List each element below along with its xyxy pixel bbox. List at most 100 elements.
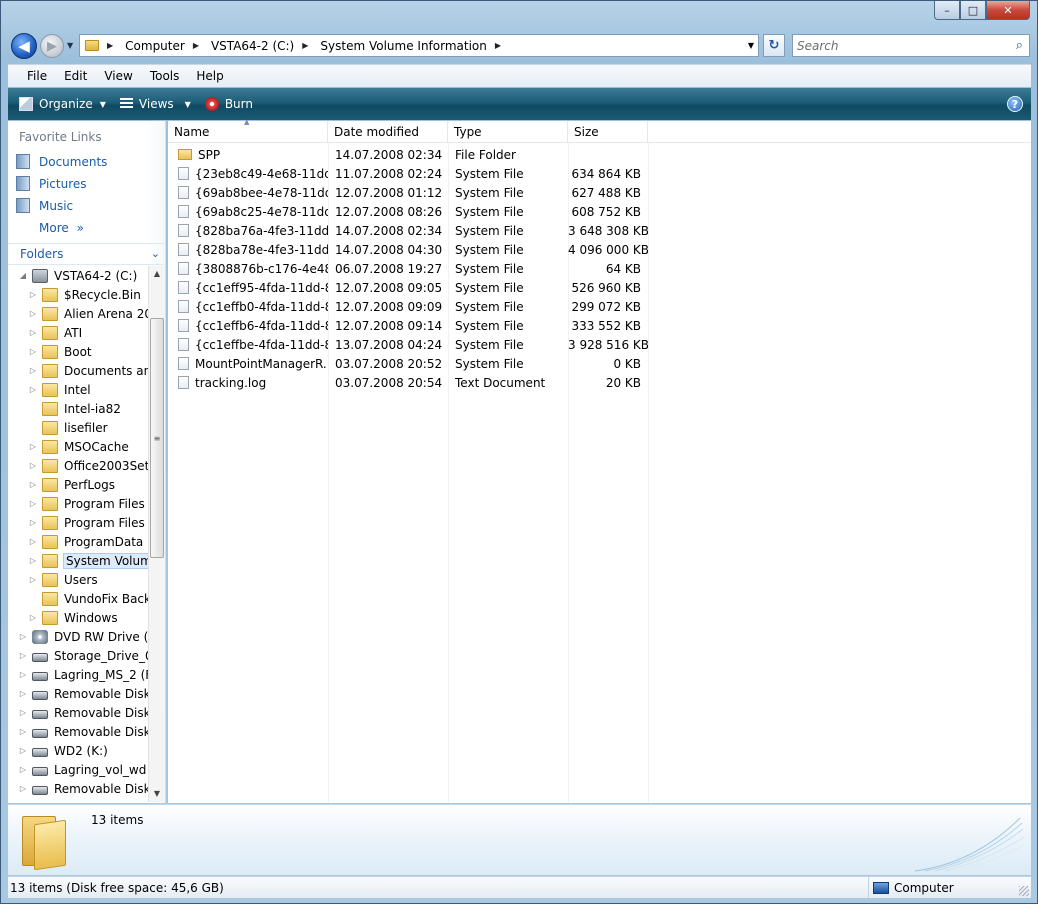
menu-file[interactable]: File bbox=[27, 69, 47, 83]
column-header-date[interactable]: Date modified bbox=[328, 121, 448, 143]
tree-node[interactable]: ▷ WD2 (K:) bbox=[18, 741, 108, 760]
table-row[interactable]: {3808876b-c176-4e48-... 06.07.2008 19:27 S… bbox=[168, 259, 648, 278]
minimize-button[interactable]: – bbox=[934, 1, 960, 20]
scroll-thumb[interactable]: ≡ bbox=[150, 318, 164, 558]
recent-pages-dropdown[interactable]: ▼ bbox=[67, 41, 73, 50]
table-row[interactable]: {cc1eff95-4fda-11dd-8... 12.07.2008 09:05… bbox=[168, 278, 648, 297]
tree-node[interactable]: ▷ DVD RW Drive (D:) bbox=[18, 627, 148, 646]
expand-arrow-icon[interactable]: ▷ bbox=[28, 328, 38, 337]
search-icon[interactable]: ⌕ bbox=[1016, 38, 1023, 53]
collapse-arrow-icon[interactable]: ◢ bbox=[18, 271, 28, 280]
expand-arrow-icon[interactable]: ▷ bbox=[28, 537, 38, 546]
expand-arrow-icon[interactable]: ▷ bbox=[18, 746, 28, 755]
expand-arrow-icon[interactable]: ▷ bbox=[28, 290, 38, 299]
help-button[interactable]: ? bbox=[1007, 96, 1023, 112]
table-row[interactable]: {69ab8c25-4e78-11dd-... 12.07.2008 08:26 S… bbox=[168, 202, 648, 221]
table-row[interactable]: SPP 14.07.2008 02:34 File Folder bbox=[168, 145, 648, 164]
tree-node[interactable]: ▷ Removable Disk (H:) bbox=[18, 684, 148, 703]
expand-arrow-icon[interactable]: ▷ bbox=[18, 632, 28, 641]
tree-node[interactable]: ▷ Documents and Settings bbox=[28, 361, 148, 380]
tree-node[interactable]: ▷ Lagring_vol_wd (L:) bbox=[18, 760, 148, 779]
tree-node[interactable]: ▷ Alien Arena 2008 bbox=[28, 304, 148, 323]
expand-arrow-icon[interactable]: ▷ bbox=[28, 461, 38, 470]
expand-arrow-icon[interactable]: ▷ bbox=[28, 518, 38, 527]
back-button[interactable]: ◀ bbox=[11, 33, 37, 59]
tree-node[interactable]: ▷ ProgramData bbox=[28, 532, 143, 551]
folders-header[interactable]: Folders ⌄ bbox=[8, 243, 166, 265]
more-links[interactable]: More » bbox=[39, 221, 84, 235]
burn-button[interactable]: Burn bbox=[204, 97, 253, 111]
tree-node[interactable]: ▷ MSOCache bbox=[28, 437, 129, 456]
tree-node[interactable]: ▷ Office2003Setup bbox=[28, 456, 148, 475]
expand-arrow-icon[interactable]: ▷ bbox=[28, 366, 38, 375]
tree-scrollbar[interactable]: ▲ ≡ ▼ bbox=[148, 266, 165, 802]
column-header-name[interactable]: ▲ Name bbox=[168, 118, 328, 143]
breadcrumb-drive[interactable]: VSTA64-2 (C:) ▶ bbox=[211, 39, 316, 53]
resize-grip[interactable] bbox=[1019, 886, 1029, 896]
expand-arrow-icon[interactable]: ▷ bbox=[28, 309, 38, 318]
menu-tools[interactable]: Tools bbox=[150, 69, 180, 83]
expand-arrow-icon[interactable]: ▷ bbox=[28, 385, 38, 394]
table-row[interactable]: {23eb8c49-4e68-11dd-... 11.07.2008 02:24 S… bbox=[168, 164, 648, 183]
table-row[interactable]: tracking.log 03.07.2008 20:54 Text Documen… bbox=[168, 373, 648, 392]
tree-node[interactable]: VundoFix Backups bbox=[28, 589, 148, 608]
tree-node[interactable]: ▷ $Recycle.Bin bbox=[28, 285, 141, 304]
table-row[interactable]: {828ba76a-4fe3-11dd-... 14.07.2008 02:34 S… bbox=[168, 221, 648, 240]
expand-arrow-icon[interactable]: ▷ bbox=[28, 556, 38, 565]
close-button[interactable]: ✕ bbox=[986, 1, 1030, 20]
menu-edit[interactable]: Edit bbox=[64, 69, 87, 83]
tree-node[interactable]: ▷ Program Files (x86) bbox=[28, 513, 148, 532]
tree-node[interactable]: ▷ Removable Disk (M:) bbox=[18, 779, 148, 798]
tree-node[interactable]: ▷ Users bbox=[28, 570, 98, 589]
tree-node[interactable]: ▷ Program Files bbox=[28, 494, 145, 513]
forward-button[interactable]: ▶ bbox=[40, 34, 64, 58]
tree-node[interactable]: ▷ Storage_Drive_0 (E:) bbox=[18, 646, 148, 665]
favorite-documents[interactable]: Documents bbox=[16, 154, 107, 169]
expand-arrow-icon[interactable]: ▷ bbox=[18, 670, 28, 679]
expand-arrow-icon[interactable]: ▷ bbox=[18, 727, 28, 736]
table-row[interactable]: MountPointManagerR... 03.07.2008 20:52 Sys… bbox=[168, 354, 648, 373]
column-header-type[interactable]: Type bbox=[448, 121, 568, 143]
tree-node[interactable]: ▷ Removable Disk (J:) bbox=[18, 722, 148, 741]
tree-node[interactable]: ▷ Lagring_MS_2 (F:) bbox=[18, 665, 148, 684]
expand-arrow-icon[interactable]: ▷ bbox=[28, 613, 38, 622]
tree-node[interactable]: ◢ VSTA64-2 (C:) bbox=[18, 266, 137, 285]
breadcrumb-current[interactable]: System Volume Information ▶ bbox=[320, 39, 509, 53]
tree-node[interactable]: ▷ PerfLogs bbox=[28, 475, 115, 494]
expand-arrow-icon[interactable]: ▷ bbox=[18, 765, 28, 774]
expand-arrow-icon[interactable]: ▷ bbox=[18, 651, 28, 660]
expand-arrow-icon[interactable]: ▷ bbox=[18, 784, 28, 793]
expand-arrow-icon[interactable]: ▷ bbox=[28, 347, 38, 356]
tree-node[interactable]: ▷ Removable Disk (I:) bbox=[18, 703, 148, 722]
expand-arrow-icon[interactable]: ▷ bbox=[28, 499, 38, 508]
tree-node[interactable]: ▷ Intel bbox=[28, 380, 91, 399]
expand-arrow-icon[interactable]: ▷ bbox=[18, 689, 28, 698]
table-row[interactable]: {cc1effb0-4fda-11dd-8... 12.07.2008 09:09… bbox=[168, 297, 648, 316]
views-button[interactable]: Views ▼ bbox=[119, 97, 191, 111]
expand-arrow-icon[interactable]: ▷ bbox=[28, 575, 38, 584]
refresh-button[interactable]: ↻ bbox=[763, 34, 785, 57]
maximize-button[interactable]: □ bbox=[960, 1, 986, 20]
favorite-music[interactable]: Music bbox=[16, 198, 73, 213]
expand-arrow-icon[interactable]: ▷ bbox=[28, 442, 38, 451]
address-bar[interactable]: ▶ Computer ▶ VSTA64-2 (C:) ▶ System Volume… bbox=[79, 34, 759, 57]
tree-node[interactable]: ▷ System Volume Information bbox=[28, 551, 148, 570]
scroll-up-icon[interactable]: ▲ bbox=[149, 266, 165, 282]
expand-arrow-icon[interactable]: ▷ bbox=[28, 480, 38, 489]
tree-node[interactable]: lisefiler bbox=[28, 418, 108, 437]
table-row[interactable]: {cc1effbe-4fda-11dd-8... 13.07.2008 04:24… bbox=[168, 335, 648, 354]
menu-help[interactable]: Help bbox=[196, 69, 223, 83]
table-row[interactable]: {cc1effb6-4fda-11dd-8... 12.07.2008 09:14… bbox=[168, 316, 648, 335]
table-row[interactable]: {69ab8bee-4e78-11dd-... 12.07.2008 01:12 S… bbox=[168, 183, 648, 202]
organize-button[interactable]: Organize ▼ bbox=[19, 97, 106, 111]
column-header-size[interactable]: Size bbox=[568, 121, 648, 143]
menu-view[interactable]: View bbox=[104, 69, 132, 83]
address-dropdown-icon[interactable]: ▼ bbox=[748, 41, 754, 50]
table-row[interactable]: {828ba78e-4fe3-11dd-... 14.07.2008 04:30 S… bbox=[168, 240, 648, 259]
tree-node[interactable]: ▷ Boot bbox=[28, 342, 92, 361]
breadcrumb-arrow-root[interactable]: ▶ bbox=[105, 41, 121, 50]
search-input[interactable]: Search ⌕ bbox=[792, 34, 1030, 57]
scroll-down-icon[interactable]: ▼ bbox=[149, 786, 165, 802]
tree-node[interactable]: ▷ Windows bbox=[28, 608, 118, 627]
breadcrumb-computer[interactable]: Computer ▶ bbox=[125, 39, 207, 53]
